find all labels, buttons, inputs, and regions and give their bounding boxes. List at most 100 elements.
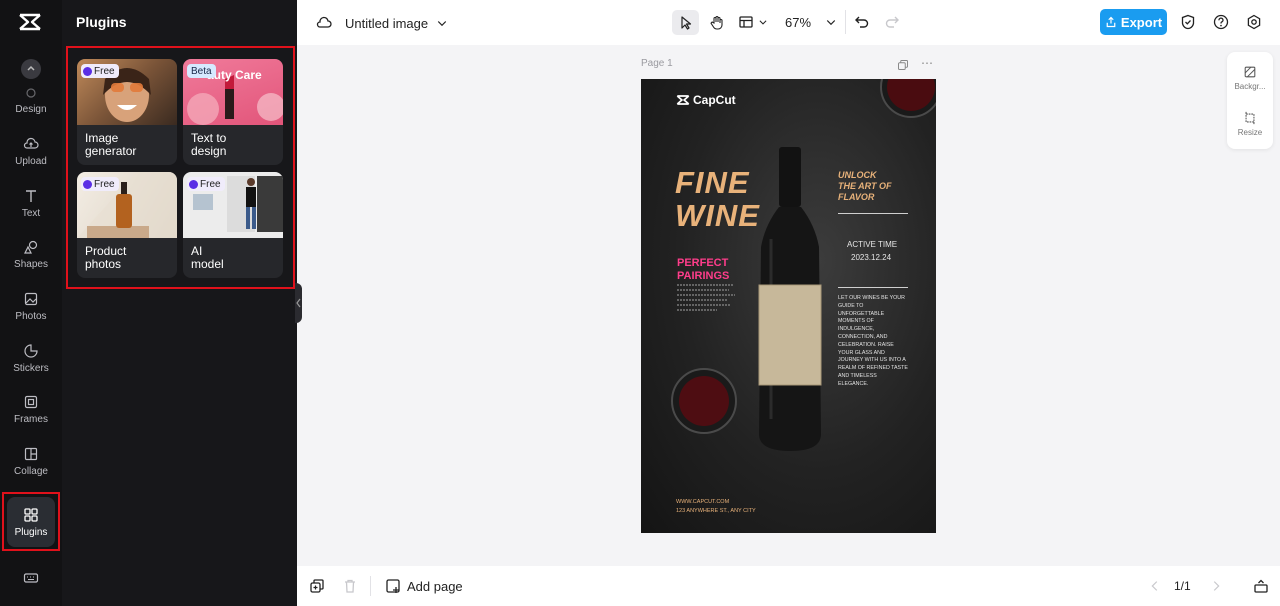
add-page-button[interactable]: Add page xyxy=(385,577,463,595)
copy-icon xyxy=(310,579,324,593)
poster-pairings-2: PAIRINGS xyxy=(677,270,730,282)
page-panel-toggle-button[interactable] xyxy=(1253,578,1269,594)
background-icon xyxy=(1244,66,1256,78)
hand-icon xyxy=(710,15,723,30)
redo-button[interactable] xyxy=(883,13,901,31)
resize-tool-button[interactable]: Resize xyxy=(1227,104,1273,144)
page-label: Page 1 xyxy=(641,58,673,69)
duplicate-page-button[interactable] xyxy=(897,58,909,76)
chevron-up-icon xyxy=(27,65,35,71)
chevron-down-icon xyxy=(826,20,836,26)
delete-page-button[interactable] xyxy=(342,578,358,594)
chevron-right-icon xyxy=(1213,581,1220,591)
background-tool-button[interactable]: Backgr... xyxy=(1227,58,1273,98)
undo-button[interactable] xyxy=(853,13,871,31)
pages-panel-icon xyxy=(1254,579,1268,593)
upload-icon xyxy=(23,137,39,149)
duplicate-page-bottom-button[interactable] xyxy=(309,578,325,594)
page-more-button[interactable]: ⋯ xyxy=(921,56,933,70)
rail-item-shapes[interactable]: Shapes xyxy=(0,229,62,279)
poster-brand: CapCut xyxy=(693,93,736,107)
cloud-save-button[interactable] xyxy=(315,14,333,32)
wine-poster[interactable]: CapCut FINE WINE UNLOCK THE ART OF FLAVO… xyxy=(641,79,936,533)
zoom-dropdown[interactable]: 67% xyxy=(785,12,837,32)
badge-label: Beta xyxy=(191,65,212,77)
panel-title: Plugins xyxy=(76,14,127,30)
keyboard-shortcuts-button[interactable] xyxy=(0,553,62,603)
card-label: AI model xyxy=(191,245,279,271)
beta-badge: Beta xyxy=(187,64,216,78)
plugin-card-image-generator[interactable]: Free Image generator xyxy=(77,59,177,165)
poster-divider xyxy=(838,287,908,288)
document-title-dropdown[interactable]: Untitled image xyxy=(345,13,448,33)
free-badge: Free xyxy=(187,177,225,191)
trash-icon xyxy=(345,579,355,593)
card-thumbnail: auty Care Beta xyxy=(183,59,283,125)
rail-item-label: Collage xyxy=(14,465,48,477)
panel-collapse-handle[interactable] xyxy=(295,283,302,323)
export-button[interactable]: Export xyxy=(1100,9,1167,35)
poster-body-text: LET OUR WINES BE YOUR GUIDE TO UNFORGETT… xyxy=(838,295,908,387)
background-tool-label: Backgr... xyxy=(1234,82,1266,91)
rail-item-text[interactable]: Text xyxy=(0,178,62,228)
rail-item-label: Photos xyxy=(15,310,47,322)
card-label: Product photos xyxy=(85,245,173,271)
capcut-logo[interactable] xyxy=(16,10,44,34)
layout-dropdown[interactable] xyxy=(738,12,768,32)
resize-icon xyxy=(1245,111,1255,125)
bottom-divider xyxy=(370,576,371,596)
plugin-card-product-photos[interactable]: Free Product photos xyxy=(77,172,177,278)
plugin-card-ai-model[interactable]: Free AI model xyxy=(183,172,283,278)
shapes-icon xyxy=(24,240,38,254)
poster-headline-fine: FINE xyxy=(675,165,750,200)
export-icon xyxy=(1106,16,1116,28)
chevron-left-icon xyxy=(1151,581,1158,591)
card-label-line-2: design xyxy=(191,144,227,158)
free-badge-dot xyxy=(83,66,92,76)
rail-item-frames[interactable]: Frames xyxy=(0,384,62,434)
cloud-icon xyxy=(316,16,332,28)
rail-item-upload[interactable]: Upload xyxy=(0,126,62,176)
text-icon xyxy=(26,189,36,202)
card-label-line-2: photos xyxy=(85,257,122,271)
photos-icon xyxy=(24,292,38,305)
poster-active-time-label: ACTIVE TIME xyxy=(847,240,898,249)
layout-icon xyxy=(739,16,753,28)
poster-tagline-3: FLAVOR xyxy=(838,192,875,202)
poster-website: WWW.CAPCUT.COM xyxy=(676,499,730,505)
redo-icon xyxy=(885,16,899,28)
poster-divider xyxy=(838,213,908,214)
previous-page-button[interactable] xyxy=(1148,578,1162,594)
rail-item-label: Upload xyxy=(15,155,47,167)
card-thumbnail: Free xyxy=(77,172,177,238)
rail-item-stickers[interactable]: Stickers xyxy=(0,333,62,383)
next-page-button[interactable] xyxy=(1209,578,1223,594)
rail-item-photos[interactable]: Photos xyxy=(0,281,62,331)
gear-icon xyxy=(1247,14,1261,30)
poster-pairings-1: PERFECT xyxy=(677,257,729,269)
design-icon xyxy=(26,87,36,98)
card-label-line-2: generator xyxy=(85,144,137,158)
rail-item-label: Stickers xyxy=(13,362,49,374)
left-rail: Design Upload Text Shapes Photos Sticker… xyxy=(0,0,62,606)
help-icon xyxy=(1213,14,1229,30)
card-label-line-1: Text to xyxy=(191,131,227,145)
rail-item-design[interactable]: Design xyxy=(0,74,62,124)
rail-item-collage[interactable]: Collage xyxy=(0,436,62,486)
capcut-poster-logo-icon xyxy=(676,95,690,105)
poster-active-time-date: 2023.12.24 xyxy=(851,253,892,262)
card-label-line-2: model xyxy=(191,257,224,271)
security-button[interactable] xyxy=(1179,13,1197,31)
undo-icon xyxy=(855,16,869,28)
add-page-icon xyxy=(386,579,400,593)
hand-tool-button[interactable] xyxy=(704,10,729,35)
card-label: Image generator xyxy=(85,132,173,158)
duplicate-icon xyxy=(898,60,908,70)
settings-button[interactable] xyxy=(1245,13,1263,31)
export-label: Export xyxy=(1120,14,1163,30)
badge-label: Free xyxy=(94,178,115,190)
plugin-card-text-to-design[interactable]: auty Care Beta Text to design xyxy=(183,59,283,165)
help-button[interactable] xyxy=(1212,13,1230,31)
select-tool-button[interactable] xyxy=(672,10,699,35)
add-page-label: Add page xyxy=(407,578,463,594)
